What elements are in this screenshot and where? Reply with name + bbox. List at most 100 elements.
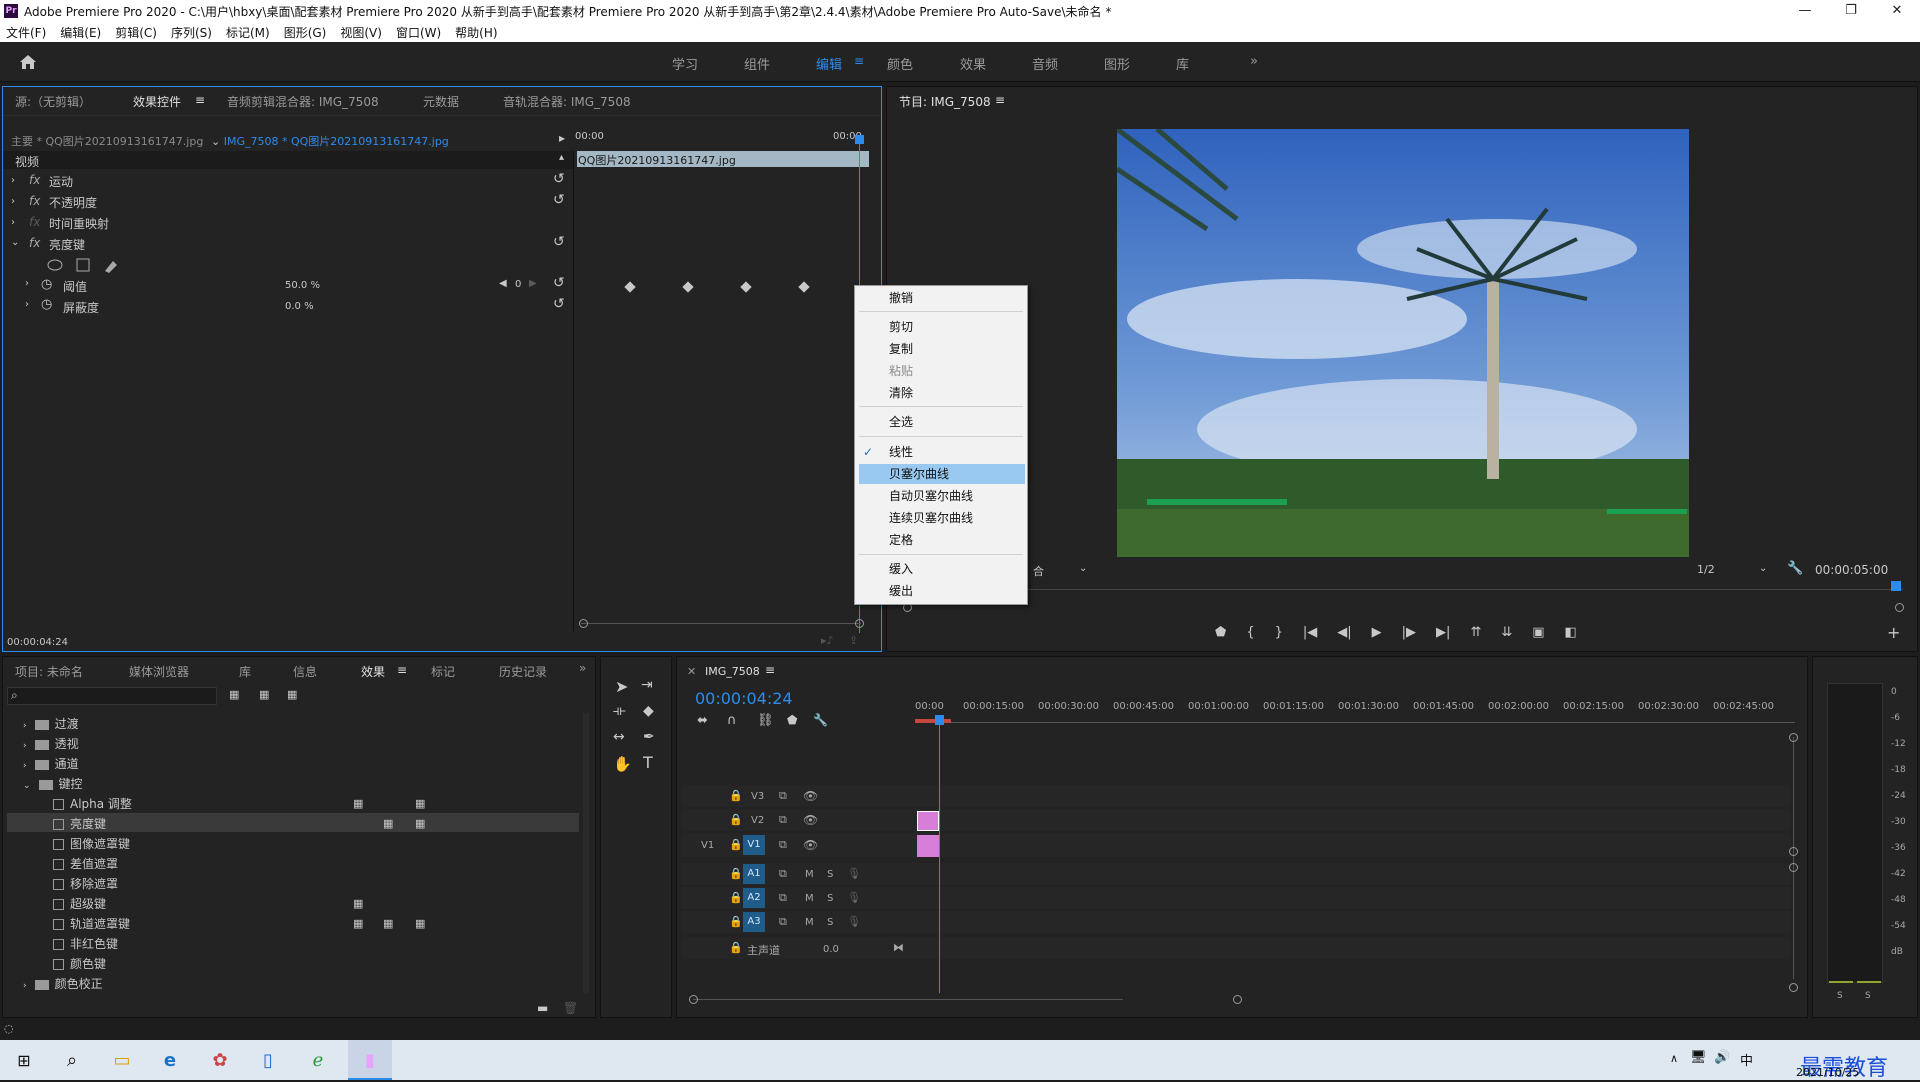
timeline-v-scrollbar[interactable]	[1793, 737, 1794, 979]
sync-lock-icon[interactable]: ⧉	[779, 813, 787, 827]
add-button-icon[interactable]: +	[1887, 623, 1900, 642]
track-label-v1[interactable]: V1	[743, 835, 765, 855]
add-marker-icon[interactable]: ⬟	[787, 713, 797, 727]
effect-difference-matte[interactable]: 差值遮罩	[70, 857, 118, 871]
menu-hold[interactable]: 定格	[889, 530, 913, 550]
menu-sequence[interactable]: 序列(S)	[171, 24, 212, 41]
fit-chevron-icon[interactable]: ⌄	[1079, 563, 1087, 574]
32bit-effects-icon[interactable]: ▦	[259, 688, 269, 701]
zoom-handle-left[interactable]	[579, 619, 588, 628]
file-explorer-icon[interactable]: ▭	[102, 1044, 142, 1076]
workspace-audio[interactable]: 音频	[1032, 54, 1058, 73]
expand-motion-icon[interactable]: ›	[11, 175, 15, 186]
go-to-in-icon[interactable]: |◀	[1303, 625, 1317, 640]
expand-opacity-icon[interactable]: ›	[11, 196, 15, 207]
ie-browser-icon[interactable]: ℯ	[298, 1044, 338, 1076]
workspace-graphics[interactable]: 图形	[1104, 54, 1130, 73]
tray-chevron-icon[interactable]: ∧	[1670, 1052, 1678, 1065]
rect-mask-icon[interactable]	[76, 258, 90, 272]
folder-transition[interactable]: 过渡	[55, 717, 79, 731]
menu-window[interactable]: 窗口(W)	[396, 24, 441, 41]
tab-effect-controls[interactable]: 效果控件	[133, 93, 181, 110]
tab-media-browser[interactable]: 媒体浏览器	[129, 663, 189, 680]
effect-non-red-key[interactable]: 非红色键	[70, 937, 118, 951]
menu-edit[interactable]: 编辑(E)	[60, 24, 101, 41]
tab-effects[interactable]: 效果	[361, 663, 385, 680]
playhead-handle[interactable]	[855, 135, 864, 144]
app-icon[interactable]: ▯	[248, 1044, 288, 1076]
timeline-h-scrollbar[interactable]	[693, 999, 1123, 1000]
folder-channel[interactable]: 通道	[55, 757, 79, 771]
add-keyframe-icon[interactable]: 0	[515, 279, 521, 290]
yuv-effects-icon[interactable]: ▦	[287, 688, 297, 701]
timeline-playhead-handle[interactable]	[935, 715, 944, 725]
tab-markers[interactable]: 标记	[431, 663, 455, 680]
network-icon[interactable]: 🖥	[1690, 1050, 1707, 1065]
menu-ease-in[interactable]: 缓入	[889, 559, 913, 579]
effect-controls-timecode[interactable]: 00:00:04:24	[7, 637, 68, 648]
master-clip-label[interactable]: 主要 * QQ图片20210913161747.jpg	[11, 133, 203, 149]
workspace-editing[interactable]: 编辑	[816, 54, 842, 73]
voiceover-mic-icon[interactable]: 🎙	[847, 867, 861, 880]
clip-dropdown[interactable]: ⌄ IMG_7508 * QQ图片20210913161747.jpg	[211, 133, 449, 149]
effect-time-remap[interactable]: 时间重映射	[49, 215, 109, 232]
tab-history[interactable]: 历史记录	[499, 663, 547, 680]
volume-icon[interactable]: 🔊	[1714, 1050, 1730, 1065]
extract-icon[interactable]: ⇊	[1501, 625, 1512, 640]
folder-color-correction[interactable]: 颜色校正	[55, 977, 103, 991]
close-button[interactable]: ✕	[1874, 0, 1920, 22]
reset-icon[interactable]: ↺	[553, 234, 565, 250]
keyframe[interactable]	[740, 281, 752, 293]
fit-dropdown[interactable]: 合	[1033, 563, 1044, 579]
track-label-v2[interactable]: V2	[751, 815, 764, 826]
tab-info[interactable]: 信息	[293, 663, 317, 680]
effect-luma-key-item[interactable]: 亮度键	[70, 817, 106, 831]
solo-button[interactable]: S	[827, 869, 833, 880]
stopwatch-icon[interactable]: ◷	[41, 297, 52, 312]
program-playhead[interactable]	[1891, 581, 1901, 591]
workspace-menu-icon[interactable]: ≡	[854, 54, 864, 68]
master-volume-value[interactable]: 0.0	[823, 944, 839, 955]
export-frame-icon[interactable]: ▣	[1532, 625, 1544, 640]
eye-icon[interactable]: 👁	[803, 838, 818, 852]
effect-color-key[interactable]: 颜色键	[70, 957, 106, 971]
selection-tool-icon[interactable]: ➤	[615, 677, 628, 696]
app-icon[interactable]: ✿	[200, 1044, 240, 1076]
resolution-chevron-icon[interactable]: ⌄	[1759, 563, 1767, 574]
meter-solo-left[interactable]: S	[1837, 991, 1843, 1001]
tab-menu-icon[interactable]: ≡	[195, 93, 205, 107]
tab-program[interactable]: 节目: IMG_7508	[899, 93, 991, 110]
pen-tool-icon[interactable]: ✒	[643, 729, 655, 745]
lock-icon[interactable]: 🔒	[729, 838, 743, 851]
reset-icon[interactable]: ↺	[553, 192, 565, 208]
go-to-out-icon[interactable]: ▶|	[1436, 625, 1450, 640]
panel-overflow-icon[interactable]: »	[579, 661, 586, 675]
threshold-value[interactable]: 50.0 %	[285, 280, 320, 291]
eye-icon[interactable]: 👁	[803, 813, 818, 827]
eye-icon[interactable]: 👁	[803, 789, 818, 803]
compare-icon[interactable]: ◧	[1565, 625, 1577, 640]
h-scroll-handle-right[interactable]	[1233, 995, 1242, 1004]
menu-bezier[interactable]: 贝塞尔曲线	[889, 464, 949, 484]
minimize-button[interactable]: —	[1782, 0, 1828, 22]
track-select-tool-icon[interactable]: ⇥	[641, 677, 653, 693]
menu-select-all[interactable]: 全选	[889, 412, 913, 432]
go-to-end-icon[interactable]: ⧓	[893, 941, 904, 954]
new-bin-icon[interactable]: ▬	[537, 1001, 548, 1015]
lift-icon[interactable]: ⇈	[1470, 625, 1481, 640]
expand-icon[interactable]: ›	[23, 761, 27, 771]
folder-keying[interactable]: 键控	[59, 777, 83, 791]
home-icon[interactable]	[18, 52, 38, 72]
workspace-overflow-icon[interactable]: »	[1250, 54, 1258, 69]
premiere-taskbar-icon[interactable]: ▮	[350, 1044, 390, 1076]
mute-button[interactable]: M	[805, 869, 814, 880]
menu-copy[interactable]: 复制	[889, 339, 913, 359]
solo-button[interactable]: S	[827, 917, 833, 928]
menu-graphics[interactable]: 图形(G)	[284, 24, 327, 41]
lock-icon[interactable]: 🔒	[729, 941, 743, 954]
prev-keyframe-icon[interactable]: ◀	[499, 278, 507, 289]
effect-alpha-adjust[interactable]: Alpha 调整	[70, 797, 132, 811]
ellipse-mask-icon[interactable]	[47, 259, 63, 271]
reset-icon[interactable]: ↺	[553, 296, 565, 312]
effects-scrollbar[interactable]	[583, 713, 589, 993]
